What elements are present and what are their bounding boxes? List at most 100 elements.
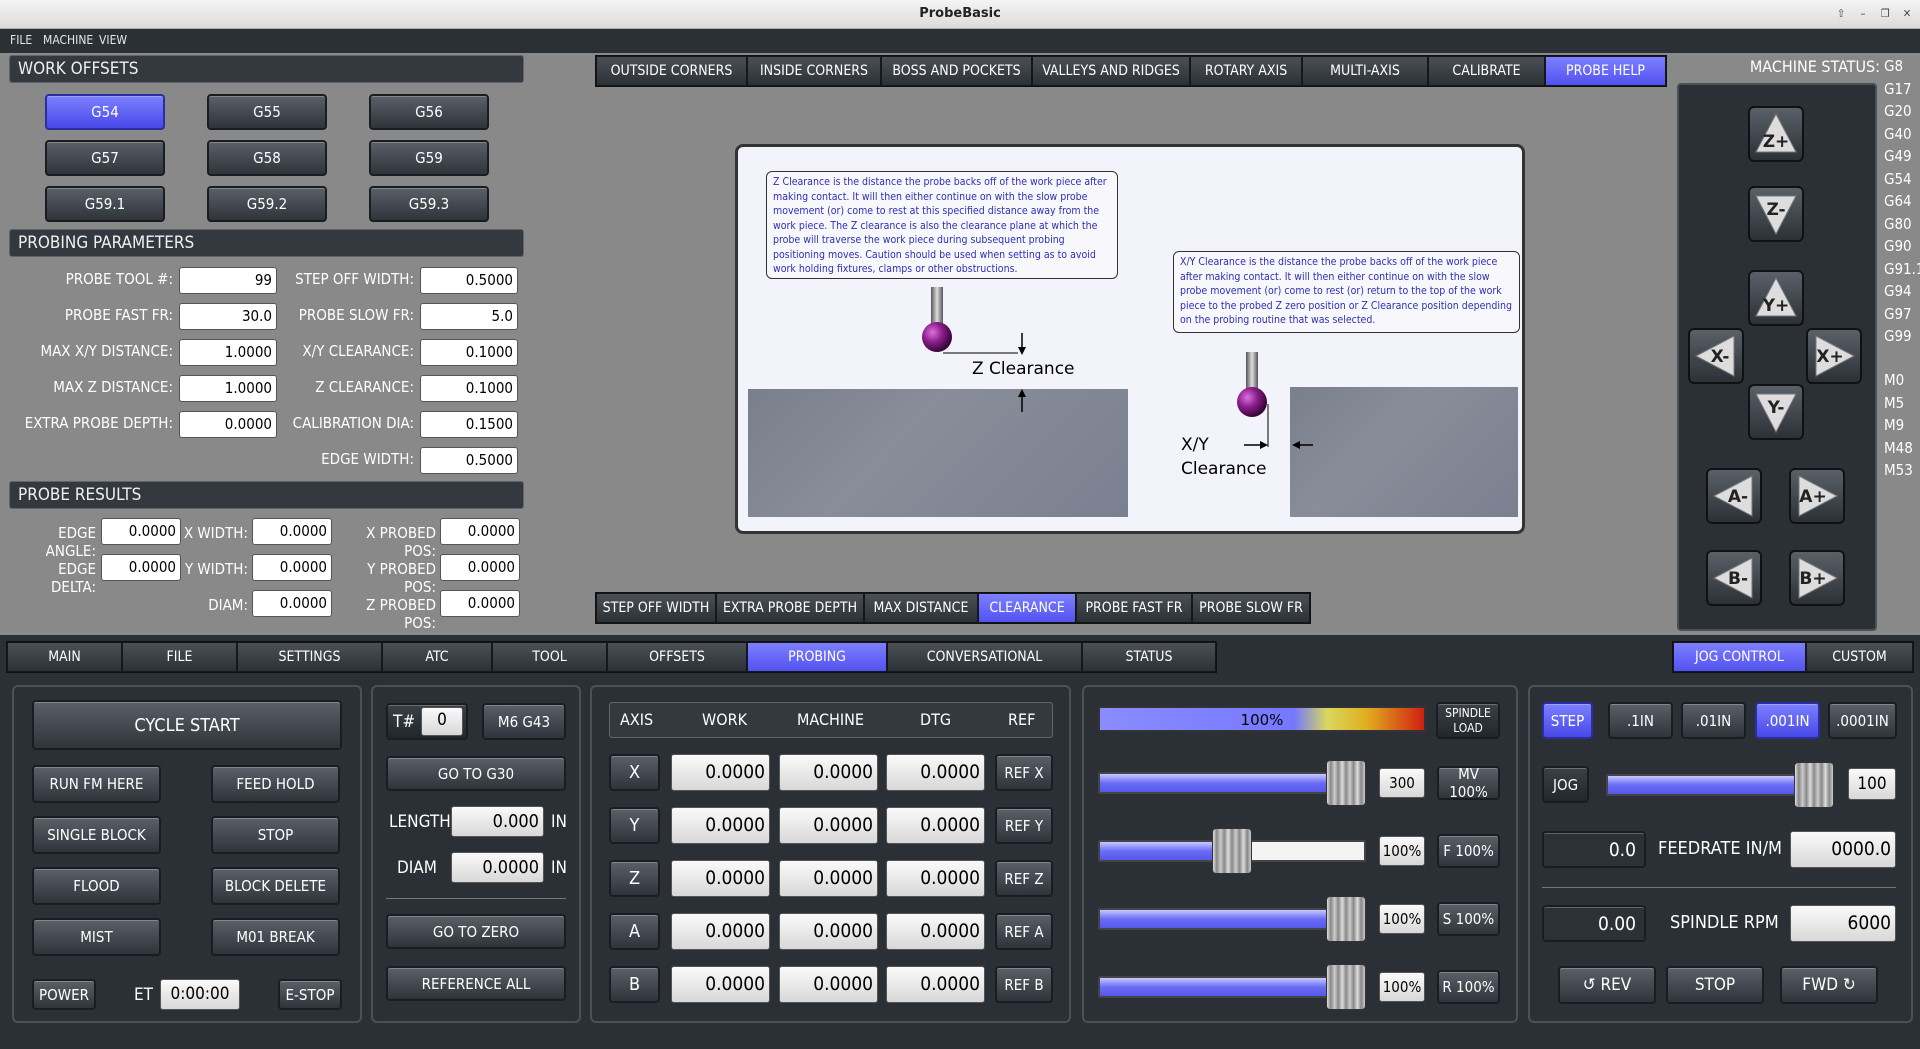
jog-a-plus-button[interactable]: A+	[1789, 468, 1845, 524]
tool-number-field[interactable]: 0	[421, 707, 463, 736]
flood-button[interactable]: FLOOD	[32, 867, 161, 905]
jog-mode-button[interactable]: JOG	[1542, 766, 1589, 803]
tab-atc[interactable]: ATC	[382, 642, 492, 672]
tab-probing[interactable]: PROBING	[747, 642, 887, 672]
max-xy-distance-field[interactable]: 1.0000	[179, 339, 277, 366]
menu-view[interactable]: VIEW	[99, 33, 127, 47]
tab-offsets[interactable]: OFFSETS	[607, 642, 747, 672]
jog-y-minus-button[interactable]: Y-	[1748, 384, 1804, 440]
dro-axis-a-button[interactable]: A	[609, 913, 660, 950]
max-velocity-handle[interactable]	[1326, 760, 1366, 806]
jog-a-minus-button[interactable]: A-	[1706, 468, 1762, 524]
probe-slow-fr-field[interactable]: 5.0	[420, 303, 518, 330]
tab-max-distance[interactable]: MAX DISTANCE	[864, 593, 978, 623]
tab-inside-corners[interactable]: INSIDE CORNERS	[747, 56, 881, 86]
calibration-dia-field[interactable]: 0.1500	[420, 411, 518, 438]
jog-x-minus-button[interactable]: X-	[1688, 328, 1744, 384]
step-0-0001in-button[interactable]: .0001IN	[1828, 702, 1897, 739]
dro-axis-y-button[interactable]: Y	[609, 807, 660, 844]
tab-valleys-and-ridges[interactable]: VALLEYS AND RIDGES	[1032, 56, 1190, 86]
spindle-override-handle[interactable]	[1326, 896, 1366, 942]
dro-work-z[interactable]: 0.0000	[671, 860, 770, 897]
tab-status[interactable]: STATUS	[1082, 642, 1216, 672]
cycle-start-button[interactable]: CYCLE START	[32, 700, 342, 750]
ref-b-button[interactable]: REF B	[995, 966, 1053, 1003]
spindle-stop-button[interactable]: STOP	[1666, 966, 1764, 1004]
jog-z-minus-button[interactable]: Z-	[1748, 186, 1804, 242]
jog-b-plus-button[interactable]: B+	[1789, 550, 1845, 606]
tab-file[interactable]: FILE	[122, 642, 237, 672]
tab-probe-help[interactable]: PROBE HELP	[1545, 56, 1666, 86]
offset-g59-2-button[interactable]: G59.2	[207, 186, 327, 222]
tab-calibrate[interactable]: CALIBRATE	[1428, 56, 1545, 86]
ref-a-button[interactable]: REF A	[995, 913, 1053, 950]
rapid-override-handle[interactable]	[1326, 964, 1366, 1010]
tab-main[interactable]: MAIN	[7, 642, 122, 672]
feed-override-handle[interactable]	[1212, 828, 1252, 874]
step-0-01in-button[interactable]: .01IN	[1681, 702, 1746, 739]
tab-outside-corners[interactable]: OUTSIDE CORNERS	[596, 56, 747, 86]
ref-x-button[interactable]: REF X	[995, 754, 1053, 791]
dro-axis-x-button[interactable]: X	[609, 754, 660, 791]
close-icon[interactable]: ✕	[1898, 6, 1916, 22]
m6-g43-button[interactable]: M6 G43	[482, 703, 566, 740]
ref-y-button[interactable]: REF Y	[995, 807, 1053, 844]
window-up-icon[interactable]: ⇧	[1832, 6, 1850, 22]
tab-settings[interactable]: SETTINGS	[237, 642, 382, 672]
offset-g56-button[interactable]: G56	[369, 94, 489, 130]
menu-machine[interactable]: MACHINE	[43, 33, 93, 47]
menu-file[interactable]: FILE	[10, 33, 32, 47]
offset-g59-3-button[interactable]: G59.3	[369, 186, 489, 222]
tab-probe-slow-fr[interactable]: PROBE SLOW FR	[1192, 593, 1310, 623]
probe-fast-fr-field[interactable]: 30.0	[179, 303, 277, 330]
dro-axis-b-button[interactable]: B	[609, 966, 660, 1003]
dro-work-x[interactable]: 0.0000	[671, 754, 770, 791]
e-stop-button[interactable]: E-STOP	[278, 979, 342, 1010]
go-to-g30-button[interactable]: GO TO G30	[386, 756, 566, 791]
extra-probe-depth-field[interactable]: 0.0000	[179, 411, 277, 438]
jog-x-plus-button[interactable]: X+	[1806, 328, 1862, 384]
tab-probe-fast-fr[interactable]: PROBE FAST FR	[1076, 593, 1192, 623]
tab-boss-and-pockets[interactable]: BOSS AND POCKETS	[881, 56, 1032, 86]
spindle-rpm-set-field[interactable]: 6000	[1790, 905, 1896, 942]
probe-tool-field[interactable]: 99	[179, 267, 277, 294]
offset-g59-button[interactable]: G59	[369, 140, 489, 176]
feed-override-reset-button[interactable]: F 100%	[1437, 834, 1500, 868]
minimize-icon[interactable]: –	[1854, 6, 1872, 22]
tab-clearance[interactable]: CLEARANCE	[978, 593, 1076, 623]
reference-all-button[interactable]: REFERENCE ALL	[386, 966, 566, 1001]
dro-work-b[interactable]: 0.0000	[671, 966, 770, 1003]
feed-hold-button[interactable]: FEED HOLD	[211, 765, 340, 803]
offset-g54-button[interactable]: G54	[45, 94, 165, 130]
run-from-here-button[interactable]: RUN FM HERE	[32, 765, 161, 803]
edge-width-field[interactable]: 0.5000	[420, 447, 518, 474]
spindle-override-reset-button[interactable]: S 100%	[1437, 902, 1500, 936]
offset-g59-1-button[interactable]: G59.1	[45, 186, 165, 222]
dro-work-y[interactable]: 0.0000	[671, 807, 770, 844]
jog-speed-handle[interactable]	[1794, 762, 1834, 808]
tab-jog-control[interactable]: JOG CONTROL	[1673, 642, 1806, 672]
tab-tool[interactable]: TOOL	[492, 642, 607, 672]
offset-g57-button[interactable]: G57	[45, 140, 165, 176]
tab-conversational[interactable]: CONVERSATIONAL	[887, 642, 1082, 672]
tab-custom[interactable]: CUSTOM	[1806, 642, 1913, 672]
block-delete-button[interactable]: BLOCK DELETE	[211, 867, 340, 905]
xy-clearance-field[interactable]: 0.1000	[420, 339, 518, 366]
step-mode-button[interactable]: STEP	[1542, 702, 1593, 739]
max-velocity-reset-button[interactable]: MV 100%	[1437, 765, 1500, 801]
dro-axis-z-button[interactable]: Z	[609, 860, 660, 897]
feedrate-set-field[interactable]: 0000.0	[1790, 831, 1896, 868]
tab-multi-axis[interactable]: MULTI-AXIS	[1302, 56, 1428, 86]
single-block-button[interactable]: SINGLE BLOCK	[32, 816, 161, 854]
spindle-forward-button[interactable]: FWD ↻	[1780, 966, 1878, 1004]
stop-button[interactable]: STOP	[211, 816, 340, 854]
go-to-zero-button[interactable]: GO TO ZERO	[386, 914, 566, 949]
mist-button[interactable]: MIST	[32, 918, 161, 956]
ref-z-button[interactable]: REF Z	[995, 860, 1053, 897]
step-off-width-field[interactable]: 0.5000	[420, 267, 518, 294]
max-z-distance-field[interactable]: 1.0000	[179, 375, 277, 402]
z-clearance-field[interactable]: 0.1000	[420, 375, 518, 402]
maximize-icon[interactable]: ❐	[1876, 6, 1894, 22]
jog-z-plus-button[interactable]: Z+	[1748, 106, 1804, 162]
step-0-1in-button[interactable]: .1IN	[1608, 702, 1673, 739]
